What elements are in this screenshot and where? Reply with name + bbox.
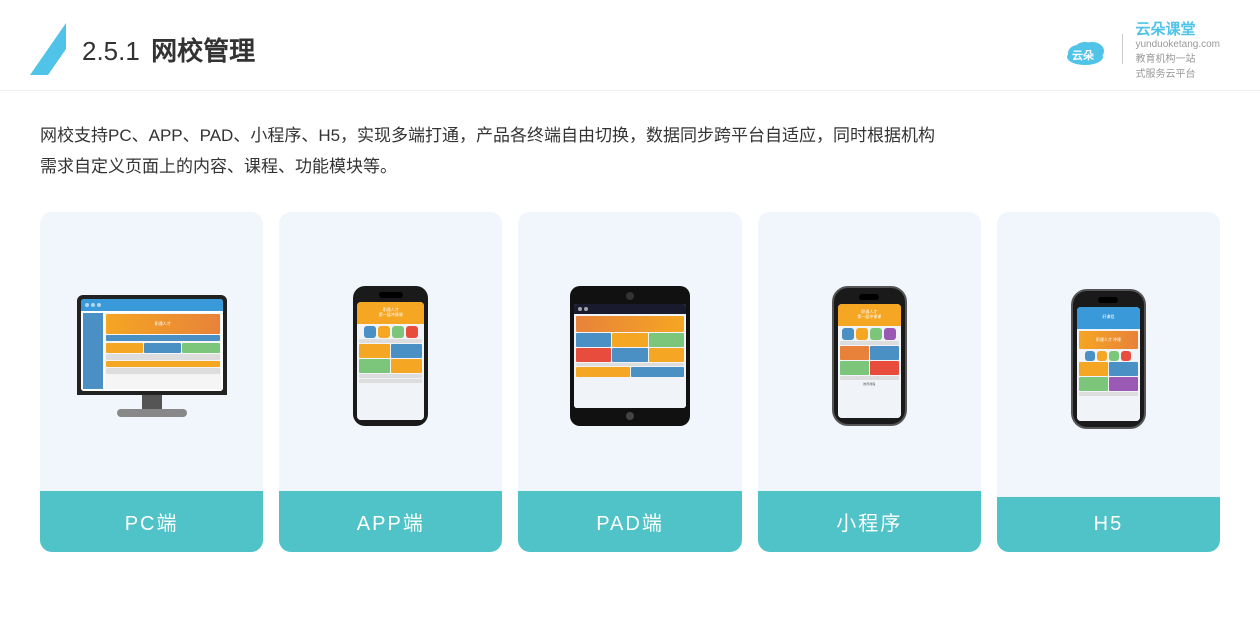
page-title: 2.5.1 网校管理 <box>82 31 255 68</box>
card-h5: 好课程 职通人才 冲课 <box>997 212 1220 552</box>
card-app: 职通人才第一届冲课课 <box>279 212 502 552</box>
h5-image-area: 好课程 职通人才 冲课 <box>997 212 1220 497</box>
logo-icon <box>30 23 66 75</box>
card-pc: 职通人才 <box>40 212 263 552</box>
pad-device <box>570 286 690 426</box>
phone-miniapp: 职通人才第一届冲课课 <box>832 286 907 426</box>
description-text: 网校支持PC、APP、PAD、小程序、H5，实现多端打通，产品各终端自由切换，数… <box>0 91 1260 202</box>
cloud-icon: 云朵 <box>1060 29 1110 69</box>
phone-app: 职通人才第一届冲课课 <box>353 286 428 426</box>
card-app-label: APP端 <box>279 491 502 552</box>
card-pad-label: PAD端 <box>518 491 741 552</box>
header-left: 2.5.1 网校管理 <box>30 23 255 75</box>
page-header: 2.5.1 网校管理 云朵 云朵课堂 yunduoketang.com 教育机构… <box>0 0 1260 91</box>
brand-logo: 云朵 云朵课堂 yunduoketang.com 教育机构一站 式服务云平台 <box>1060 18 1220 80</box>
card-pad: PAD端 <box>518 212 741 552</box>
brand-text: 云朵课堂 yunduoketang.com 教育机构一站 式服务云平台 <box>1135 18 1220 80</box>
card-h5-label: H5 <box>997 497 1220 552</box>
app-image-area: 职通人才第一届冲课课 <box>279 212 502 491</box>
phone-h5: 好课程 职通人才 冲课 <box>1071 289 1146 429</box>
device-cards: 职通人才 <box>0 202 1260 572</box>
pad-image-area <box>518 212 741 491</box>
card-miniapp-label: 小程序 <box>758 491 981 552</box>
svg-text:云朵: 云朵 <box>1072 48 1094 62</box>
card-pc-label: PC端 <box>40 491 263 552</box>
brand-divider <box>1122 34 1123 64</box>
card-miniapp: 职通人才第一届冲课课 <box>758 212 981 552</box>
miniapp-image-area: 职通人才第一届冲课课 <box>758 212 981 491</box>
pc-monitor: 职通人才 <box>77 295 227 417</box>
pc-image-area: 职通人才 <box>40 212 263 491</box>
